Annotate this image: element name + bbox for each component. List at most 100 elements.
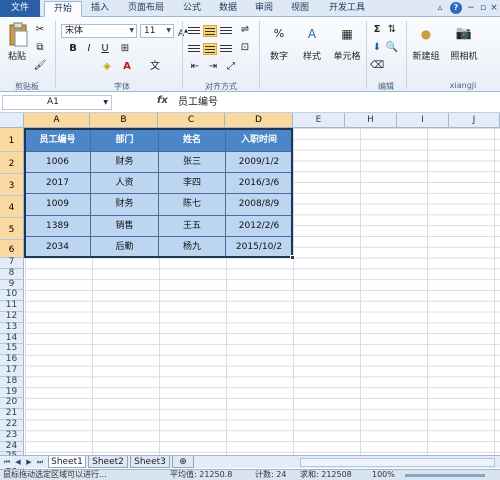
align-center-icon[interactable]	[203, 43, 217, 55]
font-name-combo[interactable]: 宋体 ▼	[61, 24, 137, 38]
new-group-icon[interactable]: ●	[417, 25, 435, 43]
table-cell[interactable]: 人资	[91, 173, 159, 195]
column-header-a[interactable]: A	[24, 113, 90, 128]
minimize-ribbon-icon[interactable]: ▵	[434, 2, 446, 14]
borders-icon[interactable]: ⊞	[118, 42, 132, 56]
increase-indent-icon[interactable]: ⇥	[206, 60, 220, 74]
help-icon[interactable]: ?	[450, 2, 462, 14]
row-header-5[interactable]: 5	[0, 218, 24, 240]
italic-button[interactable]: I	[82, 42, 96, 56]
sheet-tab-3[interactable]: Sheet3	[130, 456, 170, 468]
column-header-c[interactable]: C	[158, 113, 225, 128]
cells-icon[interactable]: ▦	[338, 25, 356, 43]
column-header-j[interactable]: J	[449, 113, 500, 128]
tab-insert[interactable]: 插入	[84, 1, 116, 17]
row-header-2[interactable]: 2	[0, 152, 24, 174]
tab-view[interactable]: 视图	[284, 1, 316, 17]
wrap-text-icon[interactable]: ⇌	[238, 23, 252, 37]
table-cell[interactable]: 杨九	[159, 236, 226, 258]
align-right-icon[interactable]	[219, 43, 233, 55]
row-header-13[interactable]: 13	[0, 322, 24, 334]
horizontal-scrollbar[interactable]	[300, 458, 495, 467]
table-cell[interactable]: 陈七	[159, 194, 226, 216]
table-header-cell[interactable]: 入职时间	[226, 129, 293, 152]
window-close-icon[interactable]: ×	[488, 2, 500, 14]
font-color-icon[interactable]: A	[120, 60, 134, 74]
tab-review[interactable]: 审阅	[248, 1, 280, 17]
last-sheet-icon[interactable]: ⏭	[35, 457, 45, 467]
underline-button[interactable]: U	[98, 42, 112, 56]
column-header-e[interactable]: E	[293, 113, 345, 128]
window-minimize-icon[interactable]: −	[465, 2, 477, 14]
align-left-icon[interactable]	[187, 43, 201, 55]
select-all-corner[interactable]	[0, 113, 24, 128]
percent-icon[interactable]: %	[270, 25, 288, 43]
next-sheet-icon[interactable]: ▶	[24, 457, 34, 467]
styles-icon[interactable]: A	[303, 25, 321, 43]
tab-home[interactable]: 开始	[44, 1, 82, 17]
copy-icon[interactable]: ⧉	[33, 41, 47, 55]
formula-content[interactable]: 员工编号	[178, 95, 218, 110]
table-cell[interactable]: 1009	[25, 194, 91, 216]
font-size-combo[interactable]: 11 ▼	[140, 24, 174, 38]
table-cell[interactable]: 张三	[159, 152, 226, 174]
bold-button[interactable]: B	[66, 42, 80, 56]
paste-button[interactable]	[6, 21, 30, 49]
align-top-icon[interactable]	[187, 25, 201, 37]
format-painter-icon[interactable]: 🖌	[33, 59, 47, 73]
table-header-cell[interactable]: 员工编号	[25, 129, 91, 152]
insert-sheet-icon[interactable]: ⊕	[172, 456, 194, 468]
column-header-h[interactable]: H	[345, 113, 397, 128]
row-header-18[interactable]: 18	[0, 376, 24, 388]
table-cell[interactable]: 1006	[25, 152, 91, 174]
table-cell[interactable]: 2034	[25, 236, 91, 258]
merge-center-icon[interactable]: ⊡	[238, 41, 252, 55]
table-cell[interactable]: 2017	[25, 173, 91, 195]
insert-function-icon[interactable]: fx	[157, 95, 168, 106]
column-header-b[interactable]: B	[90, 113, 158, 128]
row-header-8[interactable]: 8	[0, 268, 24, 280]
tab-file[interactable]: 文件	[0, 0, 40, 17]
name-box[interactable]: A1 ▼	[2, 95, 112, 110]
table-cell[interactable]: 后勤	[91, 236, 159, 258]
zoom-slider[interactable]	[405, 474, 485, 477]
column-header-d[interactable]: D	[225, 113, 293, 128]
camera-icon[interactable]: 📷	[453, 23, 475, 45]
table-cell[interactable]: 2015/10/2	[226, 236, 293, 258]
table-cell[interactable]: 1389	[25, 215, 91, 237]
tab-page-layout[interactable]: 页面布局	[120, 1, 172, 17]
autosum-icon[interactable]: Σ	[370, 23, 384, 37]
table-cell[interactable]: 2009/1/2	[226, 152, 293, 174]
prev-sheet-icon[interactable]: ◀	[13, 457, 23, 467]
tab-developer[interactable]: 开发工具	[322, 1, 372, 17]
table-header-cell[interactable]: 姓名	[159, 129, 226, 152]
align-bottom-icon[interactable]	[219, 25, 233, 37]
fill-color-icon[interactable]: ◈	[100, 60, 114, 74]
sheet-tab-2[interactable]: Sheet2	[88, 456, 128, 468]
row-header-23[interactable]: 23	[0, 430, 24, 442]
sort-filter-icon[interactable]: ⇅	[385, 23, 399, 37]
sheet-tab-1[interactable]: Sheet1	[48, 456, 86, 468]
table-cell[interactable]: 2012/2/6	[226, 215, 293, 237]
tab-data[interactable]: 数据	[212, 1, 244, 17]
tab-formulas[interactable]: 公式	[176, 1, 208, 17]
table-cell[interactable]: 财务	[91, 152, 159, 174]
decrease-indent-icon[interactable]: ⇤	[188, 60, 202, 74]
cut-icon[interactable]: ✂	[33, 23, 47, 37]
table-cell[interactable]: 销售	[91, 215, 159, 237]
table-header-cell[interactable]: 部门	[91, 129, 159, 152]
row-header-3[interactable]: 3	[0, 174, 24, 196]
first-sheet-icon[interactable]: ⏮	[2, 457, 12, 467]
table-cell[interactable]: 财务	[91, 194, 159, 216]
table-cell[interactable]: 2016/3/6	[226, 173, 293, 195]
table-cell[interactable]: 李四	[159, 173, 226, 195]
phonetic-icon[interactable]: 文	[148, 60, 162, 74]
clear-icon[interactable]: ⌫	[370, 59, 384, 73]
table-cell[interactable]: 2008/8/9	[226, 194, 293, 216]
row-header-6[interactable]: 6	[0, 240, 24, 258]
fill-handle[interactable]	[290, 255, 295, 260]
row-header-4[interactable]: 4	[0, 196, 24, 218]
find-select-icon[interactable]: 🔍	[385, 41, 399, 55]
column-header-i[interactable]: I	[397, 113, 449, 128]
fill-icon[interactable]: ⬇	[370, 41, 384, 55]
